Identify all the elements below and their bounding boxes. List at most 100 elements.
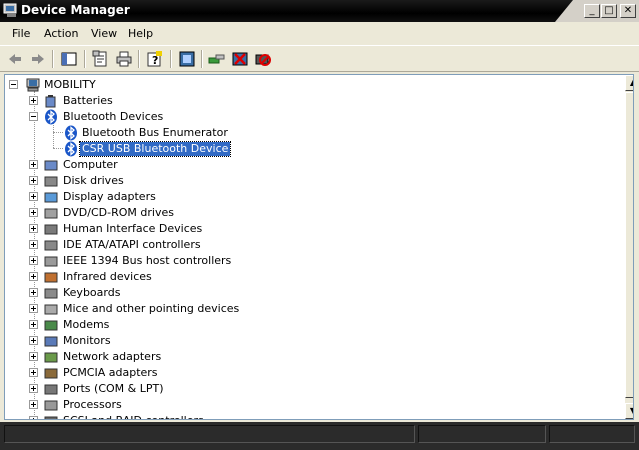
disable-icon[interactable] — [254, 50, 272, 68]
status-panel-main — [4, 425, 415, 443]
tree-category-label: Disk drives — [63, 174, 124, 187]
update-driver-icon[interactable] — [208, 50, 226, 68]
tree-category-label: Ports (COM & LPT) — [63, 382, 164, 395]
menu-action[interactable]: Action — [44, 27, 78, 40]
expand-toggle[interactable] — [29, 336, 38, 345]
pcmcia-adapters-icon — [44, 368, 58, 379]
scan-hardware-icon[interactable] — [178, 50, 196, 68]
minimize-button[interactable]: _ — [584, 4, 600, 18]
expand-toggle[interactable] — [29, 288, 38, 297]
processors-icon — [44, 400, 58, 411]
dvd-cd-rom-drives-icon — [44, 208, 58, 219]
collapse-toggle[interactable] — [29, 112, 38, 121]
mice-and-other-pointing-devices-icon — [44, 304, 58, 315]
monitors-icon — [44, 336, 58, 347]
print-icon[interactable] — [115, 50, 133, 68]
menu-view[interactable]: View — [91, 27, 117, 40]
expand-toggle[interactable] — [29, 240, 38, 249]
expand-toggle[interactable] — [29, 272, 38, 281]
tree-category-label: Network adapters — [63, 350, 162, 363]
tree-category-label: Processors — [63, 398, 122, 411]
tree-root-label: MOBILITY — [44, 78, 96, 91]
tree-category-label: Computer — [63, 158, 118, 171]
tree-line — [53, 148, 63, 149]
tree-device-label: Bluetooth Bus Enumerator — [82, 126, 228, 139]
expand-toggle[interactable] — [29, 400, 38, 409]
computer-icon — [26, 78, 40, 92]
back-icon[interactable] — [6, 50, 24, 68]
properties-icon[interactable] — [92, 50, 110, 68]
console-tree-icon[interactable] — [60, 50, 78, 68]
computer-icon — [44, 160, 58, 171]
toolbar-separator — [138, 50, 140, 68]
device-manager-window: Device Manager _ □ ✕ File Action View He… — [0, 0, 639, 450]
expand-toggle[interactable] — [29, 320, 38, 329]
expand-toggle[interactable] — [29, 224, 38, 233]
forward-icon[interactable] — [29, 50, 47, 68]
expand-toggle[interactable] — [29, 416, 38, 419]
tree-category-label: Human Interface Devices — [63, 222, 203, 235]
menu-file[interactable]: File — [12, 27, 30, 40]
tree-category-label: Infrared devices — [63, 270, 152, 283]
menu-bar: File Action View Help — [0, 22, 639, 46]
vertical-scrollbar[interactable]: ▲ ▼ — [625, 75, 633, 419]
collapse-toggle[interactable] — [9, 80, 18, 89]
bluetooth-icon — [65, 125, 77, 141]
scroll-thumb[interactable] — [625, 92, 633, 398]
close-button[interactable]: ✕ — [620, 4, 636, 18]
tree-category-label: PCMCIA adapters — [63, 366, 158, 379]
toolbar-separator — [170, 50, 172, 68]
status-bar — [0, 422, 639, 450]
tree-device-label-selected: CSR USB Bluetooth Device — [78, 141, 232, 157]
network-adapters-icon — [44, 352, 58, 363]
expand-toggle[interactable] — [29, 96, 38, 105]
tree-category-label: IEEE 1394 Bus host controllers — [63, 254, 232, 267]
status-panel-2 — [418, 425, 546, 443]
disk-drives-icon — [44, 176, 58, 187]
tree-category-label: Modems — [63, 318, 110, 331]
uninstall-icon[interactable] — [231, 50, 249, 68]
expand-toggle[interactable] — [29, 192, 38, 201]
maximize-button[interactable]: □ — [601, 4, 617, 18]
scsi-and-raid-controllers-icon — [44, 416, 58, 419]
keyboards-icon — [44, 288, 58, 299]
toolbar-separator — [201, 50, 203, 68]
human-interface-devices-icon — [44, 224, 58, 235]
expand-toggle[interactable] — [29, 256, 38, 265]
ide-ata-atapi-controllers-icon — [44, 240, 58, 251]
tree-category-label: Monitors — [63, 334, 111, 347]
expand-toggle[interactable] — [29, 160, 38, 169]
device-manager-app-icon — [3, 3, 17, 17]
expand-toggle[interactable] — [29, 384, 38, 393]
ports-com-lpt-icon — [44, 384, 58, 395]
tree-category-label: Batteries — [63, 94, 113, 107]
menu-help[interactable]: Help — [128, 27, 153, 40]
expand-toggle[interactable] — [29, 176, 38, 185]
display-adapters-icon — [44, 192, 58, 203]
status-panel-3 — [549, 425, 635, 443]
bluetooth-icon — [45, 109, 57, 125]
tree-category-label: Display adapters — [63, 190, 156, 203]
tree-category-label: IDE ATA/ATAPI controllers — [63, 238, 201, 251]
tree-category-label: Bluetooth Devices — [63, 110, 164, 123]
modems-icon — [44, 320, 58, 331]
bluetooth-icon — [65, 141, 77, 157]
title-bar[interactable]: Device Manager _ □ ✕ — [0, 0, 639, 22]
tree-category-label: Keyboards — [63, 286, 121, 299]
expand-toggle[interactable] — [29, 304, 38, 313]
toolbar-separator — [84, 50, 86, 68]
expand-toggle[interactable] — [29, 208, 38, 217]
scroll-up-arrow-icon[interactable]: ▲ — [625, 75, 633, 91]
expand-toggle[interactable] — [29, 368, 38, 377]
tree-category-label: SCSI and RAID controllers — [61, 414, 206, 419]
toolbar-separator — [52, 50, 54, 68]
tree-category-label: Mice and other pointing devices — [63, 302, 240, 315]
expand-toggle[interactable] — [29, 352, 38, 361]
tree-line — [53, 132, 63, 133]
ieee-1394-bus-host-controllers-icon — [44, 256, 58, 267]
device-tree[interactable]: MOBILITY Batteries Bluetooth Devices Blu… — [4, 74, 634, 420]
infrared-devices-icon — [44, 272, 58, 283]
tree-line — [53, 123, 54, 148]
help-icon[interactable]: ? — [146, 50, 164, 68]
scroll-down-arrow-icon[interactable]: ▼ — [625, 403, 633, 419]
